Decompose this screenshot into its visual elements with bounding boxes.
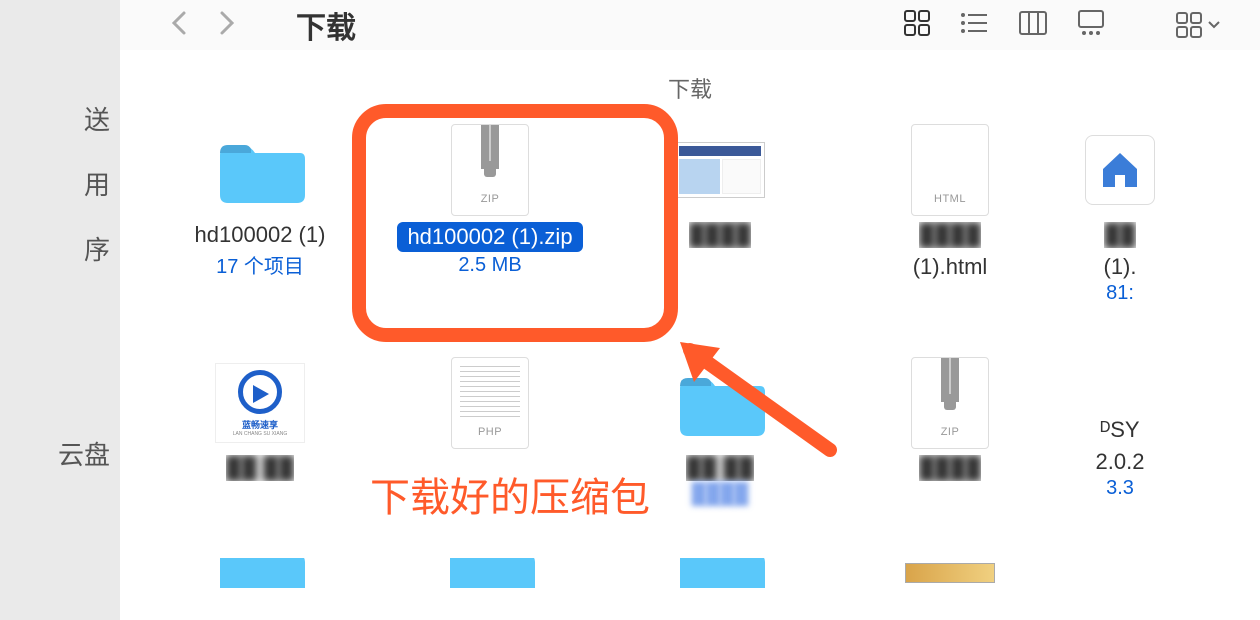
file-item[interactable]: 蓝畅速享 LAN CHANG SU XIANG ██ ██: [150, 357, 370, 528]
house-icon: [1070, 124, 1170, 216]
sidebar-item[interactable]: 云盘: [0, 425, 120, 482]
file-name: (1).: [1104, 254, 1137, 280]
window-title: 下载: [296, 3, 356, 47]
folder-item[interactable]: [150, 558, 370, 610]
file-subtitle: 3.3: [1106, 477, 1134, 500]
zip-icon: ZIP: [900, 357, 1000, 449]
forward-button[interactable]: [218, 9, 236, 42]
logo-icon: 蓝畅速享 LAN CHANG SU XIANG: [210, 357, 310, 449]
folder-icon: [210, 558, 310, 588]
view-switcher: [902, 8, 1220, 43]
back-button[interactable]: [170, 9, 188, 42]
file-item[interactable]: [840, 558, 1060, 610]
nav-arrows: [170, 9, 236, 42]
file-item[interactable]: ᴰSY 2.0.2 3.3: [1070, 357, 1170, 528]
folder-item[interactable]: [380, 558, 600, 610]
file-grid: hd100002 (1) 17 个项目 ZIP hd100002 (1).zip…: [120, 114, 1260, 620]
list-view-button[interactable]: [960, 8, 990, 43]
sidebar-item[interactable]: 序: [0, 220, 120, 277]
file-name: ██: [1104, 222, 1135, 248]
thumbnail-icon: [670, 124, 770, 216]
file-name: ████: [689, 222, 751, 248]
main: 下载 下载: [120, 0, 1260, 620]
zip-icon: ZIP: [440, 124, 540, 216]
file-name: ᴰSY: [1100, 417, 1139, 443]
file-name: hd100002 (1).zip: [397, 222, 582, 252]
file-subtitle: ████: [692, 483, 749, 506]
folder-item[interactable]: [610, 558, 830, 610]
file-name: ████: [919, 455, 981, 481]
html-icon: HTML: [900, 124, 1000, 216]
photo-icon: [900, 558, 1000, 588]
column-view-button[interactable]: [1018, 8, 1048, 43]
file-name: 2.0.2: [1096, 449, 1145, 475]
file-name: ██ ██: [226, 455, 294, 481]
icon-view-button[interactable]: [902, 8, 932, 43]
toolbar: 下载: [120, 0, 1260, 50]
folder-item[interactable]: hd100002 (1) 17 个项目: [150, 124, 370, 327]
html-file-item[interactable]: HTML ████ (1).html: [840, 124, 1060, 327]
file-item[interactable]: ██ (1). 81:: [1070, 124, 1170, 327]
sidebar: 送 用 序 云盘: [0, 0, 120, 620]
file-subtitle: 81:: [1106, 282, 1134, 305]
file-name: (1).html: [913, 254, 988, 280]
zip-file-item[interactable]: ZIP ████: [840, 357, 1060, 528]
php-icon: PHP: [440, 357, 540, 449]
file-name: ████: [919, 222, 981, 248]
section-header: 下载: [120, 50, 1260, 114]
sidebar-item[interactable]: 用: [0, 155, 120, 212]
folder-icon: [670, 357, 770, 449]
folder-icon: [670, 558, 770, 588]
zip-file-item[interactable]: ZIP hd100002 (1).zip 2.5 MB: [380, 124, 600, 327]
gallery-view-button[interactable]: [1076, 8, 1106, 43]
file-subtitle: 17 个项目: [216, 250, 304, 279]
sidebar-item[interactable]: 送: [0, 90, 120, 147]
file-subtitle: 2.5 MB: [458, 254, 521, 277]
file-name: hd100002 (1): [195, 222, 326, 248]
folder-icon: [210, 124, 310, 216]
php-file-item[interactable]: PHP: [380, 357, 600, 528]
file-name: ██ ██: [686, 455, 754, 481]
folder-item[interactable]: ██ ██ ████: [610, 357, 830, 528]
group-button[interactable]: [1174, 10, 1220, 40]
file-item[interactable]: ████: [610, 124, 830, 327]
folder-icon: [440, 558, 540, 588]
